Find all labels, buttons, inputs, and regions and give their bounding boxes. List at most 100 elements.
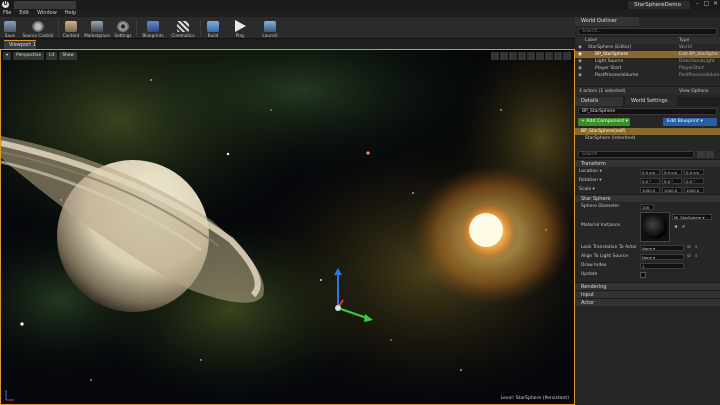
outliner-row-selected[interactable]: ◉ BP_StarSphere Edit BP_StarSphe — [575, 51, 720, 58]
lit-button[interactable]: Lit — [46, 52, 58, 60]
scale-row: Scale ▾ 1000.0 1000.0 1000.0 — [575, 185, 720, 194]
view-options-button[interactable]: View Options — [679, 88, 708, 95]
cinematics-button[interactable]: Cinematics — [169, 18, 197, 38]
maximize-icon[interactable]: □ — [702, 0, 711, 8]
component-inherited-row[interactable]: StarSphere (Inherited) — [575, 135, 720, 142]
world-local-icon[interactable] — [518, 52, 526, 60]
rotate-mode-icon[interactable] — [500, 52, 508, 60]
menu-help[interactable]: Help — [65, 10, 76, 16]
source-control-button[interactable]: Source Control — [22, 18, 54, 38]
menu-edit[interactable]: Edit — [19, 10, 29, 16]
rendering-section-header[interactable]: Rendering — [575, 282, 720, 290]
save-button[interactable]: Save — [2, 18, 18, 38]
rotation-z-input[interactable]: 0.0 ° — [684, 178, 704, 184]
source-control-icon — [32, 21, 44, 32]
search-actor-icon[interactable]: ⌕ — [695, 243, 698, 252]
browse-arrow-icon[interactable]: ◂ — [674, 223, 677, 230]
tab-details[interactable]: Details — [575, 97, 623, 106]
pick-actor-icon[interactable]: ⊙ — [687, 252, 691, 261]
visibility-eye-icon[interactable]: ◉ — [578, 44, 582, 51]
pick-actor-icon[interactable]: ⊙ — [687, 243, 691, 252]
actor-name-field[interactable]: BP_StarSphere — [578, 108, 717, 115]
title-bar — [0, 0, 720, 9]
blueprints-button[interactable]: Blueprints — [140, 18, 166, 38]
search-actor-icon[interactable]: ⌕ — [695, 252, 698, 261]
location-y-input[interactable]: 0.0 cm — [662, 169, 682, 175]
project-tab: StarSphereDemo — [628, 1, 690, 9]
outliner-row[interactable]: ◉ Player Start PlayerStart — [575, 65, 720, 72]
outliner-row[interactable]: ◉ PostProcessVolume PostProcessVolum — [575, 72, 720, 79]
scale-z-input[interactable]: 1000.0 — [684, 187, 704, 193]
edit-blueprint-button[interactable]: Edit Blueprint ▾ — [663, 118, 717, 126]
input-section-header[interactable]: Input — [575, 290, 720, 298]
play-button[interactable]: Play — [230, 18, 250, 38]
actor-section-header[interactable]: Actor — [575, 298, 720, 306]
level-label: Level: StarSphere (Persistent) — [500, 396, 569, 401]
visibility-eye-icon[interactable]: ◉ — [578, 58, 582, 65]
actor-pivot-icon[interactable] — [335, 305, 341, 311]
search-asset-icon[interactable]: ⌕ — [682, 223, 685, 231]
show-button[interactable]: Show — [59, 52, 77, 60]
grid-snap-icon[interactable] — [527, 52, 535, 60]
location-z-input[interactable]: 0.0 cm — [684, 169, 704, 175]
property-matrix-icon[interactable] — [697, 151, 705, 158]
gear-icon — [117, 21, 129, 32]
settings-button[interactable]: Settings — [113, 18, 133, 38]
material-instance-dropdown[interactable]: MI_StarSphere ▾ — [672, 214, 712, 220]
save-icon — [4, 21, 16, 32]
translate-mode-icon[interactable] — [491, 52, 499, 60]
tab-world-outliner[interactable]: World Outliner — [575, 17, 639, 26]
visibility-eye-icon[interactable]: ◉ — [578, 72, 582, 79]
details-search-input[interactable]: Search — [578, 151, 694, 158]
close-icon[interactable]: ✕ — [711, 0, 720, 8]
rotation-x-input[interactable]: 0.0 ° — [640, 178, 660, 184]
scale-x-input[interactable]: 1000.0 — [640, 187, 660, 193]
tab-world-settings[interactable]: World Settings — [625, 97, 677, 106]
component-self-row[interactable]: BP_StarSphere(self) — [575, 128, 720, 135]
rotation-y-input[interactable]: 0.0 ° — [662, 178, 682, 184]
sphere-diameter-input[interactable]: 100 — [640, 204, 654, 210]
maximize-viewport-icon[interactable] — [563, 52, 571, 60]
scale-mode-icon[interactable] — [509, 52, 517, 60]
outliner-footer: 4 actors (1 selected) View Options — [575, 86, 720, 95]
details-panel: Details World Settings BP_StarSphere + A… — [575, 97, 720, 405]
minimize-icon[interactable]: – — [693, 0, 702, 8]
eye-filter-icon[interactable] — [706, 151, 714, 158]
build-button[interactable]: Build — [203, 18, 223, 38]
draw-index-row: Draw Index 1 — [575, 261, 720, 270]
viewport-toolbar: ▾ Perspective Lit Show — [3, 52, 77, 60]
menu-file[interactable]: File — [3, 10, 11, 16]
tab-viewport-1[interactable]: Viewport 1 — [4, 40, 36, 49]
clapperboard-icon — [177, 21, 189, 32]
viewport-options-button[interactable]: ▾ — [3, 52, 12, 60]
camera-speed-icon[interactable] — [554, 52, 562, 60]
level-document-tab[interactable] — [14, 1, 76, 9]
align-light-dropdown[interactable]: None ▾ — [640, 254, 684, 260]
column-label[interactable]: Label — [585, 37, 597, 44]
launch-button[interactable]: Launch — [259, 18, 281, 38]
outliner-row[interactable]: ◉ StarSphere (Editor) World — [575, 44, 720, 51]
scale-snap-icon[interactable] — [545, 52, 553, 60]
look-translation-dropdown[interactable]: None ▾ — [640, 245, 684, 251]
scale-y-input[interactable]: 1000.0 — [662, 187, 682, 193]
visibility-eye-icon[interactable]: ◉ — [578, 51, 582, 58]
transform-section-header[interactable]: Transform — [575, 159, 720, 167]
level-viewport[interactable]: ▾ Perspective Lit Show Level: StarSphere… — [0, 49, 575, 405]
build-icon — [207, 21, 219, 32]
rotation-snap-icon[interactable] — [536, 52, 544, 60]
material-thumbnail[interactable] — [640, 212, 670, 242]
menu-bar: File Edit Window Help — [0, 9, 720, 17]
column-type[interactable]: Type — [679, 37, 689, 44]
star-sphere-section-header[interactable]: Star Sphere — [575, 194, 720, 202]
content-button[interactable]: Content — [61, 18, 81, 38]
outliner-search-input[interactable]: Search... — [578, 28, 717, 35]
visibility-eye-icon[interactable]: ◉ — [578, 65, 582, 72]
perspective-button[interactable]: Perspective — [13, 52, 45, 60]
marketplace-button[interactable]: Marketplace — [83, 18, 111, 38]
menu-window[interactable]: Window — [37, 10, 57, 16]
update-checkbox[interactable] — [640, 272, 646, 278]
draw-index-input[interactable]: 1 — [640, 263, 684, 269]
outliner-row[interactable]: ◉ Light Source DirectionalLight — [575, 58, 720, 65]
add-component-button[interactable]: + Add Component ▾ — [578, 118, 630, 126]
location-x-input[interactable]: 0.0 cm — [640, 169, 660, 175]
